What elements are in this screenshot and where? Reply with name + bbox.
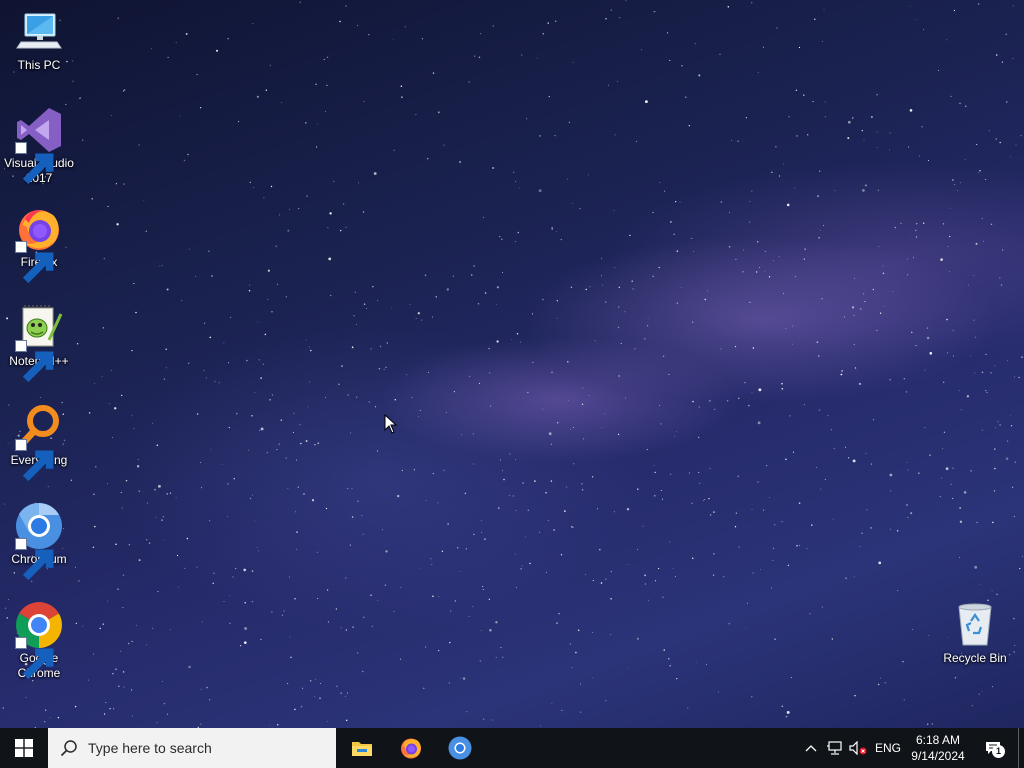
shortcut-arrow-icon — [15, 439, 54, 482]
notification-count-badge: 1 — [992, 745, 1005, 758]
network-status-button[interactable] — [824, 728, 846, 768]
chevron-up-icon — [805, 745, 817, 752]
clock-button[interactable]: 6:18 AM 9/14/2024 — [906, 728, 970, 768]
chromium-icon — [448, 736, 472, 760]
shortcut-arrow-icon — [15, 340, 54, 383]
network-icon — [827, 741, 842, 755]
shortcut-arrow-icon — [15, 637, 54, 680]
search-icon — [60, 740, 77, 757]
chromium-icon — [15, 502, 63, 581]
desktop-icon-everything[interactable]: Everything — [2, 403, 76, 482]
recycle-bin-icon — [951, 601, 999, 649]
windows-logo-icon — [15, 739, 33, 757]
clock-time: 6:18 AM — [915, 733, 961, 747]
file-explorer-icon — [352, 742, 372, 756]
desktop-icon-recycle-bin[interactable]: Recycle Bin — [938, 601, 1012, 666]
computer-icon — [15, 8, 63, 56]
desktop-icon-notepad-plus-plus[interactable]: Notepad++ — [2, 304, 76, 383]
show-hidden-icons-button[interactable] — [800, 728, 822, 768]
everything-search-icon — [15, 403, 63, 482]
input-language-indicator[interactable]: ENG — [872, 728, 904, 768]
desktop-icon-google-chrome[interactable]: Google Chrome — [2, 601, 76, 681]
search-placeholder: Type here to search — [88, 740, 212, 756]
visual-studio-icon — [15, 106, 63, 185]
firefox-icon — [15, 205, 63, 284]
desktop-icon-label: This PC — [17, 58, 61, 72]
desktop-background: This PC Visual Studio 2017 Firefox Notep… — [0, 0, 1024, 728]
volume-muted-icon — [849, 741, 867, 755]
desktop-icon-chromium[interactable]: Chromium — [2, 502, 76, 581]
taskbar-app-chromium[interactable] — [436, 728, 484, 768]
taskbar-app-file-explorer[interactable] — [338, 728, 386, 768]
desktop-icon-visual-studio[interactable]: Visual Studio 2017 — [2, 106, 76, 186]
shortcut-arrow-icon — [15, 538, 54, 581]
shortcut-arrow-icon — [15, 142, 54, 185]
taskbar-search-box[interactable]: Type here to search — [48, 728, 336, 768]
action-center-button[interactable]: 1 — [978, 728, 1008, 768]
firefox-icon — [401, 738, 421, 759]
clock-date: 9/14/2024 — [911, 749, 965, 763]
desktop-icon-label: Recycle Bin — [943, 651, 1007, 665]
desktop-icon-firefox[interactable]: Firefox — [2, 205, 76, 284]
google-chrome-icon — [15, 601, 63, 680]
start-button[interactable] — [0, 728, 48, 768]
desktop-icon-this-pc[interactable]: This PC — [2, 8, 76, 73]
volume-button[interactable] — [847, 728, 869, 768]
shortcut-arrow-icon — [15, 241, 54, 284]
notepad-plus-plus-icon — [15, 304, 63, 383]
show-desktop-button[interactable] — [1018, 728, 1024, 768]
taskbar: Type here to search ENG 6:18 AM 9/14/202… — [0, 728, 1024, 768]
taskbar-app-firefox[interactable] — [387, 728, 435, 768]
mouse-cursor-icon — [384, 414, 398, 434]
starfield-wallpaper — [2, 0, 1024, 728]
